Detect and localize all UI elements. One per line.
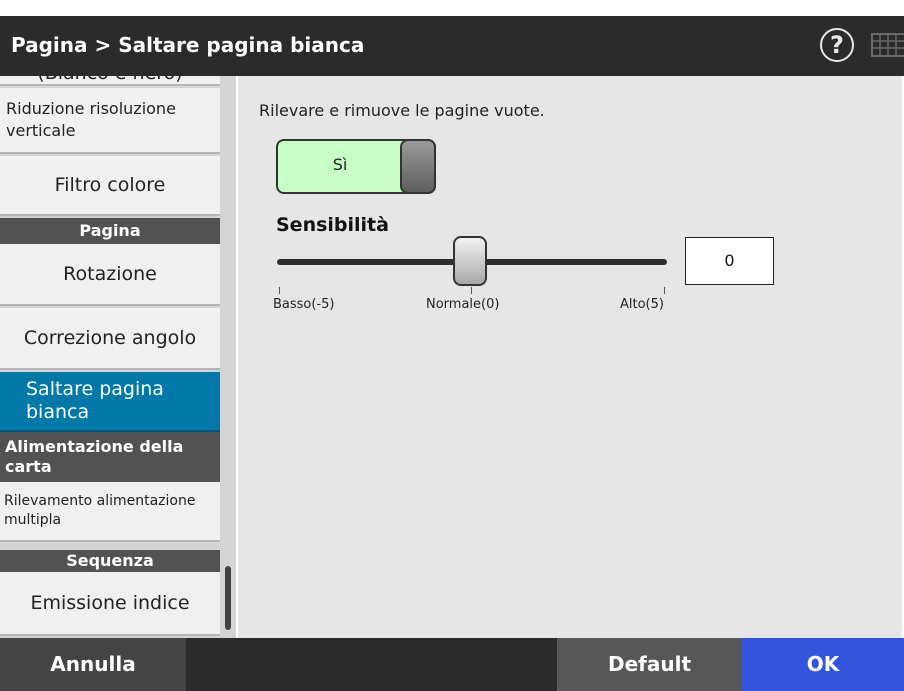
sensitivity-title: Sensibilità xyxy=(276,214,389,236)
tick-mark-mid xyxy=(471,287,472,294)
default-button-label: Default xyxy=(607,652,692,676)
section-header-pagina: Pagina xyxy=(0,218,220,244)
section-header-sequenza: Sequenza xyxy=(0,550,220,572)
sidebar-item-label: Saltare pagina bianca xyxy=(26,378,164,423)
keyboard-icon[interactable] xyxy=(868,30,904,60)
ok-button[interactable]: OK xyxy=(742,638,904,691)
sidebar-item-label: Rotazione xyxy=(63,263,157,285)
page-title: Pagina > Saltare pagina bianca xyxy=(11,33,365,57)
default-button[interactable]: Default xyxy=(557,638,742,691)
section-header-label: Sequenza xyxy=(66,551,154,570)
cancel-button-label: Annulla xyxy=(50,652,136,676)
sidebar-scroll-thumb[interactable] xyxy=(225,566,231,630)
sidebar-item-correzione-angolo[interactable]: Correzione angolo xyxy=(0,308,220,370)
tick-mark-max xyxy=(664,287,665,294)
sensitivity-value-field[interactable]: 0 xyxy=(685,237,774,285)
sidebar-item-label: Correzione angolo xyxy=(23,327,197,349)
bottom-bar: Annulla Default OK xyxy=(0,638,904,691)
tick-label-min: Basso(-5) xyxy=(273,297,335,312)
sidebar-item-saltare-pagina-bianca[interactable]: Saltare pagina bianca xyxy=(0,372,220,432)
sidebar-item-label: Rilevamento alimentazione multipla xyxy=(4,493,196,528)
sidebar[interactable]: (Bianco e nero) Riduzione risoluzione ve… xyxy=(0,76,236,638)
sidebar-scrollbar[interactable] xyxy=(222,76,234,638)
sidebar-item-label: Emissione indice xyxy=(30,592,190,614)
section-header-alimentazione: Alimentazione della carta xyxy=(0,432,220,482)
sidebar-item-rotazione[interactable]: Rotazione xyxy=(0,244,220,306)
title-bar: Pagina > Saltare pagina bianca ? xyxy=(0,16,904,76)
section-header-label: Pagina xyxy=(79,221,141,240)
cancel-button[interactable]: Annulla xyxy=(0,638,186,691)
sidebar-item-emissione-indice[interactable]: Emissione indice xyxy=(0,572,220,636)
help-icon: ? xyxy=(830,31,844,59)
tick-mark-min xyxy=(279,287,280,294)
sensitivity-slider-thumb[interactable] xyxy=(453,236,487,286)
settings-panel: Rilevare e rimuove le pagine vuote. Sì S… xyxy=(236,76,904,638)
section-header-label: Alimentazione della carta xyxy=(5,437,184,476)
tick-label-max: Alto(5) xyxy=(620,297,664,312)
sidebar-item-label: (Bianco e nero) xyxy=(37,76,182,84)
toggle-knob[interactable] xyxy=(400,139,436,194)
toggle-label: Sì xyxy=(332,155,348,174)
sidebar-item-riduzione-risoluzione[interactable]: Riduzione risoluzione verticale xyxy=(0,88,220,154)
tick-label-mid: Normale(0) xyxy=(426,297,500,312)
help-button[interactable]: ? xyxy=(820,28,854,62)
description-text: Rilevare e rimuove le pagine vuote. xyxy=(259,101,545,120)
sidebar-item-label: Filtro colore xyxy=(54,174,166,196)
sidebar-item-filtro-colore[interactable]: Filtro colore xyxy=(0,156,220,216)
sidebar-item-rilevamento-alimentazione[interactable]: Rilevamento alimentazione multipla xyxy=(0,482,220,542)
sidebar-item-bianco-e-nero[interactable]: (Bianco e nero) xyxy=(0,76,220,86)
ok-button-label: OK xyxy=(806,652,840,676)
sidebar-item-label: Riduzione risoluzione verticale xyxy=(6,99,176,140)
blank-page-toggle[interactable]: Sì xyxy=(276,139,436,194)
